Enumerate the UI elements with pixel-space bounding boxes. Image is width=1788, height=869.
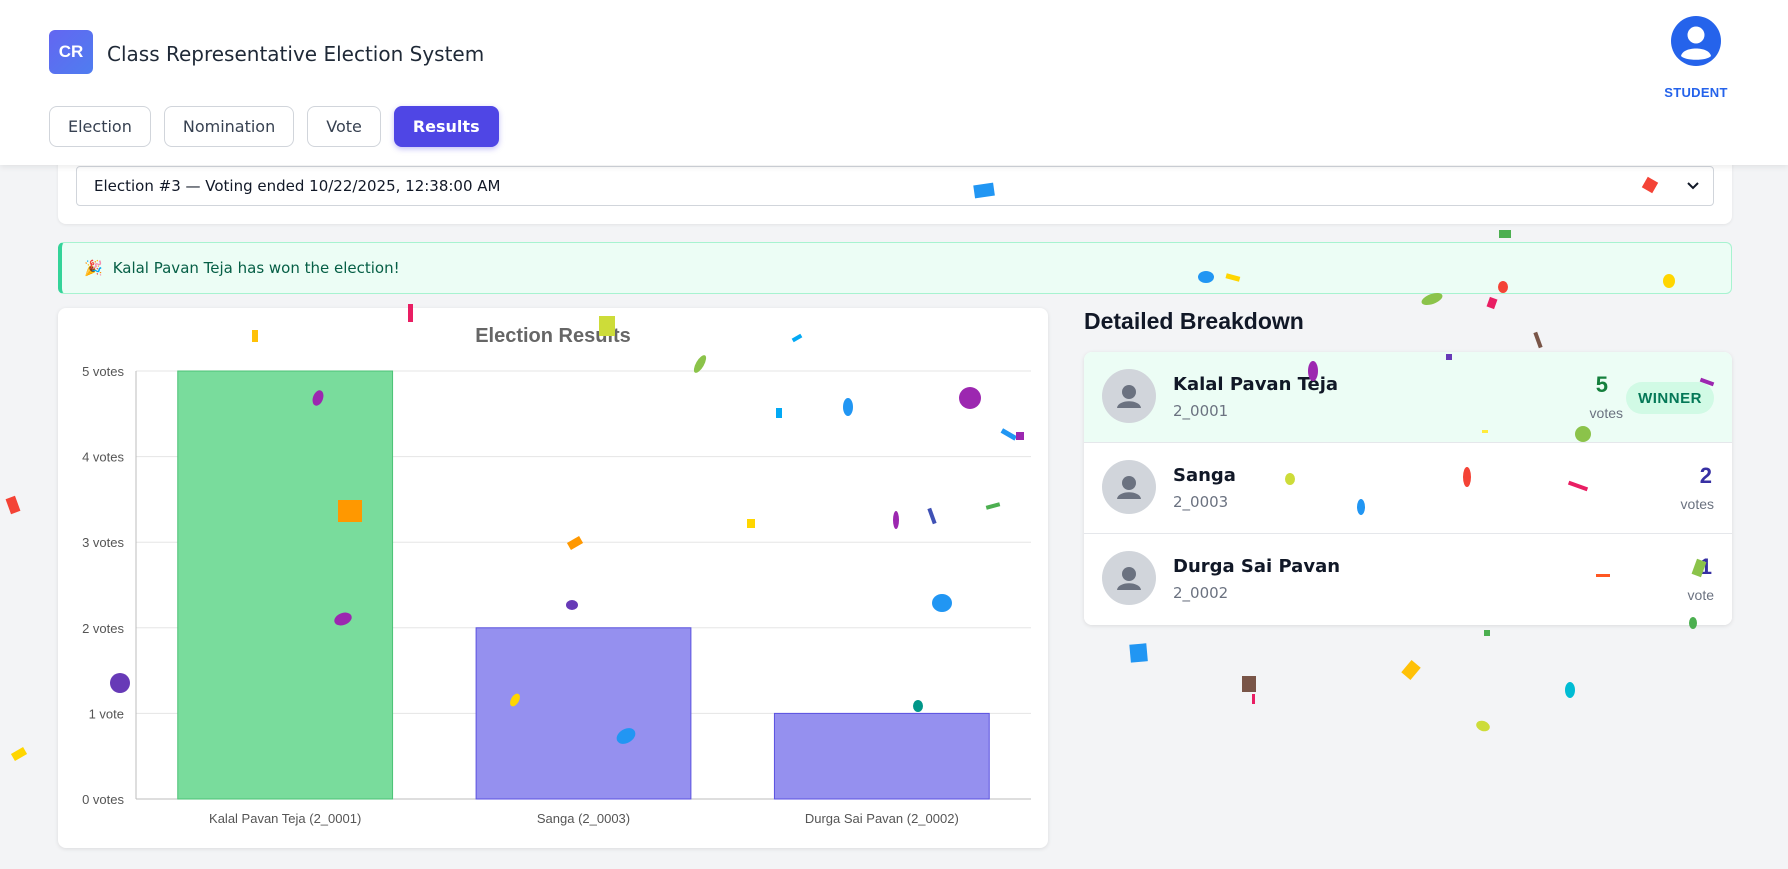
tab-results[interactable]: Results	[393, 106, 499, 147]
x-tick-label: Sanga (2_0003)	[537, 811, 630, 826]
avatar-icon	[1102, 460, 1156, 514]
candidate-name: Durga Sai Pavan	[1173, 556, 1341, 577]
chart-bar[interactable]	[773, 712, 990, 800]
app-title: Class Representative Election System	[107, 42, 485, 66]
candidate-name: Sanga	[1173, 465, 1236, 486]
chart-bar[interactable]	[475, 627, 692, 800]
chart-title: Election Results	[475, 325, 631, 347]
tab-election[interactable]: Election	[49, 106, 151, 147]
x-tick-label: Kalal Pavan Teja (2_0001)	[209, 811, 361, 826]
y-tick-label: 0 votes	[82, 792, 124, 807]
app-logo: CR	[49, 30, 93, 74]
tab-vote[interactable]: Vote	[307, 106, 381, 147]
x-tick-label: Durga Sai Pavan (2_0002)	[805, 811, 959, 826]
main-nav: Election Nomination Vote Results	[49, 106, 499, 147]
avatar-icon	[1102, 551, 1156, 605]
vote-label: votes	[1589, 405, 1623, 421]
y-tick-label: 1 vote	[89, 706, 124, 721]
chevron-down-icon	[1687, 182, 1699, 190]
results-chart-card: Election Results 0 votes 1 vote 2 votes 3 v…	[58, 308, 1048, 848]
vote-count: 2	[1699, 463, 1712, 488]
vote-count: 5	[1595, 372, 1608, 397]
y-tick-label: 5 votes	[82, 364, 124, 379]
candidate-name: Kalal Pavan Teja	[1173, 374, 1339, 395]
winner-alert: 🎉 Kalal Pavan Teja has won the election!	[58, 242, 1732, 294]
candidate-id: 2_0001	[1173, 402, 1229, 420]
tab-nomination[interactable]: Nomination	[163, 106, 295, 147]
user-menu[interactable]: STUDENT	[1662, 16, 1730, 100]
avatar-icon	[1102, 369, 1156, 423]
results-chart: Election Results 0 votes 1 vote 2 votes 3 v…	[82, 325, 1031, 826]
user-circle-icon[interactable]	[1671, 16, 1721, 66]
app-header: CR Class Representative Election System …	[0, 0, 1788, 165]
candidate-row: Kalal Pavan Teja 2_0001 5 votes WINNER	[1084, 352, 1732, 443]
winner-alert-text: Kalal Pavan Teja has won the election!	[112, 259, 400, 277]
candidate-row: Durga Sai Pavan 2_0002 1 vote	[1084, 534, 1732, 625]
vote-count: 1	[1699, 554, 1712, 579]
candidate-id: 2_0003	[1173, 493, 1229, 511]
y-tick-label: 2 votes	[82, 621, 124, 636]
candidate-id: 2_0002	[1173, 584, 1229, 602]
party-popper-icon: 🎉	[84, 259, 103, 277]
y-tick-label: 4 votes	[82, 450, 124, 465]
chart-bar[interactable]	[177, 370, 394, 800]
winner-badge: WINNER	[1626, 382, 1714, 414]
election-select[interactable]: Election #3 — Voting ended 10/22/2025, 1…	[76, 166, 1714, 206]
vote-label: votes	[1680, 496, 1714, 512]
breakdown-list: Kalal Pavan Teja 2_0001 5 votes WINNER S…	[1084, 352, 1732, 625]
breakdown-title: Detailed Breakdown	[1084, 308, 1304, 334]
user-role-label: STUDENT	[1664, 85, 1728, 100]
vote-label: vote	[1687, 587, 1714, 603]
y-tick-label: 3 votes	[82, 535, 124, 550]
election-select-value: Election #3 — Voting ended 10/22/2025, 1…	[94, 177, 501, 195]
candidate-row: Sanga 2_0003 2 votes	[1084, 443, 1732, 534]
